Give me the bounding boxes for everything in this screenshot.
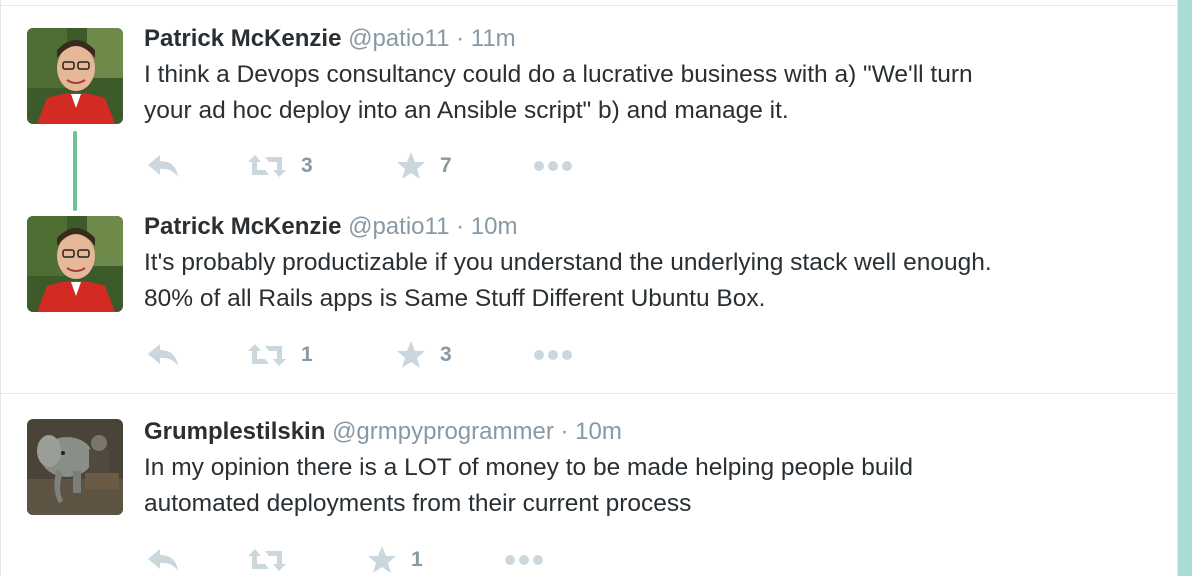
author-name[interactable]: Grumplestilskin — [144, 418, 325, 445]
author-handle[interactable]: @grmpyprogrammer — [332, 418, 554, 445]
tweet-timeline: Patrick McKenzie @patio11 · 11m I think … — [0, 0, 1178, 576]
reply-icon — [148, 549, 178, 571]
tweet-timestamp[interactable]: 10m — [575, 418, 622, 445]
more-icon — [505, 555, 543, 565]
retweet-button[interactable] — [247, 545, 301, 575]
tweet-item[interactable]: Grumplestilskin @grmpyprogrammer · 10m I… — [1, 0, 1177, 576]
retweet-icon — [248, 549, 286, 571]
tweet-text-line: automated deployments from their current… — [144, 490, 692, 517]
tweet-text: In my opinion there is a LOT of money to… — [144, 450, 1154, 522]
favorite-button[interactable]: 1 — [367, 545, 423, 575]
page-background-strip — [1178, 0, 1192, 576]
header-separator: · — [560, 418, 569, 445]
tweet-header: Grumplestilskin @grmpyprogrammer · 10m — [144, 418, 622, 446]
tweet-actions: 1 — [144, 545, 644, 575]
favorite-count: 1 — [411, 548, 423, 571]
tweet-text-line: In my opinion there is a LOT of money to… — [144, 454, 914, 481]
star-icon — [368, 546, 396, 573]
more-button[interactable] — [504, 545, 544, 575]
avatar[interactable] — [27, 419, 123, 515]
reply-button[interactable] — [146, 545, 180, 575]
